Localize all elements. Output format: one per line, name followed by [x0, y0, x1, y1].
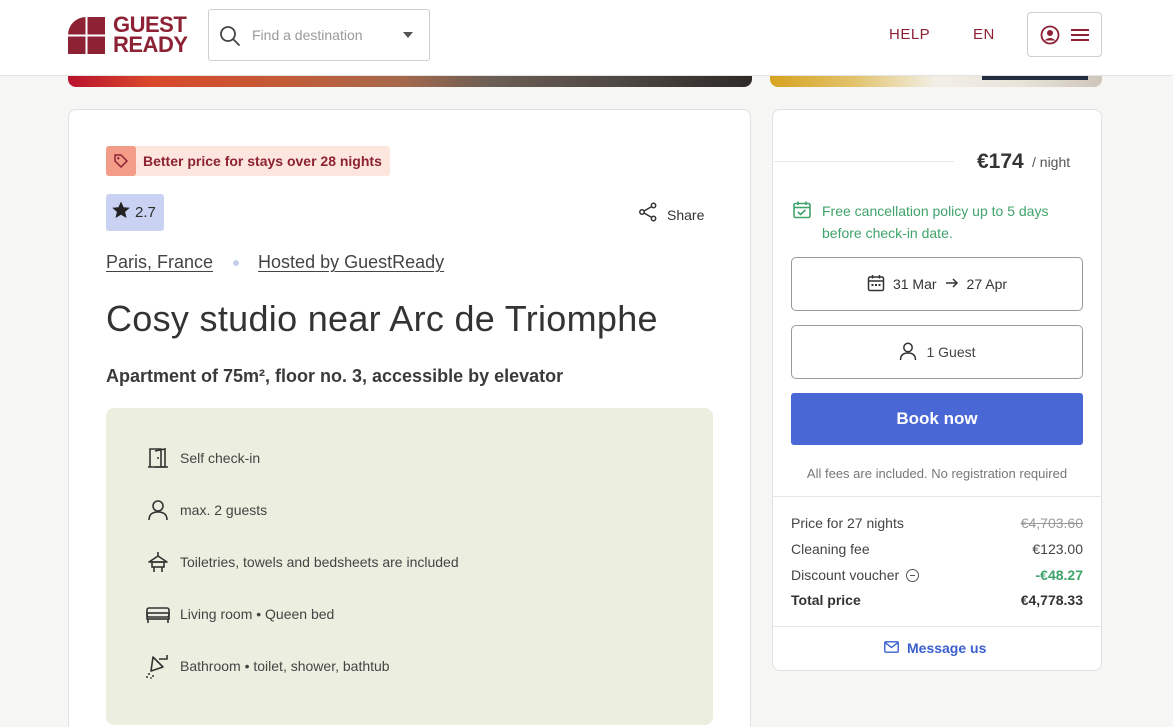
listing-subtitle: Apartment of 75m², floor no. 3, accessib…	[106, 366, 564, 386]
book-now-button[interactable]: Book now	[791, 393, 1083, 445]
person-icon	[898, 341, 918, 364]
row-value: €4,778.33	[1020, 592, 1083, 608]
door-icon	[144, 444, 172, 472]
shower-icon	[144, 652, 172, 680]
rating-value: 2.7	[135, 204, 156, 221]
share-label: Share	[667, 206, 705, 223]
language-selector[interactable]: EN	[973, 26, 995, 43]
search-icon	[219, 25, 241, 52]
feature-text: max. 2 guests	[180, 502, 268, 518]
message-us-link[interactable]: Message us	[884, 640, 986, 656]
account-menu-button[interactable]	[1027, 12, 1102, 57]
destination-search[interactable]: Find a destination	[208, 9, 430, 61]
row-label: Total price	[791, 592, 861, 608]
promo-text: Better price for stays over 28 nights	[143, 153, 382, 169]
cancellation-notice: Free cancellation policy up to 5 days be…	[792, 200, 1092, 244]
hanger-icon	[144, 548, 172, 576]
calendar-icon	[867, 274, 885, 295]
row-label: Cleaning fee	[791, 541, 870, 557]
feature-item: Living room • Queen bed	[144, 600, 334, 628]
star-icon	[111, 200, 131, 225]
location-link[interactable]: Paris, France	[106, 252, 213, 273]
check-out-date: 27 Apr	[966, 276, 1008, 292]
date-range-picker[interactable]: 31 Mar 27 Apr	[791, 257, 1083, 311]
arrow-right-icon	[945, 276, 959, 292]
feature-item: max. 2 guests	[144, 496, 267, 524]
row-label-wrap: Discount voucher	[791, 567, 920, 583]
feature-item: Toiletries, towels and bedsheets are inc…	[144, 548, 459, 576]
rating-badge[interactable]: 2.7	[106, 194, 164, 231]
calendar-check-icon	[792, 200, 812, 244]
price-breakdown-row: Cleaning fee €123.00	[791, 541, 1083, 557]
price-breakdown-row: Discount voucher -€48.27	[791, 567, 1083, 583]
top-header: GUEST READY Find a destination HELP EN	[0, 0, 1173, 76]
logo-text: GUEST READY	[113, 14, 188, 57]
divider	[773, 496, 1101, 497]
guest-selector[interactable]: 1 Guest	[791, 325, 1083, 379]
dropdown-caret-icon[interactable]	[403, 32, 413, 38]
promo-badge: Better price for stays over 28 nights	[106, 146, 390, 176]
feature-text: Self check-in	[180, 450, 261, 466]
row-value: -€48.27	[1035, 567, 1083, 583]
price-tag-icon	[106, 146, 136, 176]
user-avatar-icon	[1040, 25, 1060, 50]
feature-item: Self check-in	[144, 444, 260, 472]
price-breakdown-row: Price for 27 nights €4,703.60	[791, 515, 1083, 531]
listing-meta-links: Paris, France Hosted by GuestReady	[106, 252, 444, 273]
separator-dot	[233, 259, 240, 266]
envelope-icon	[884, 640, 899, 656]
cancellation-text: Free cancellation policy up to 5 days be…	[822, 203, 1049, 241]
features-panel: Self check-in max. 2 guests Toiletries, …	[106, 408, 713, 725]
row-label: Discount voucher	[791, 567, 900, 583]
row-value: €123.00	[1032, 541, 1083, 557]
row-label: Price for 27 nights	[791, 515, 904, 531]
share-button[interactable]: Share	[638, 202, 704, 227]
photo-overlay-bar	[982, 76, 1088, 80]
nightly-price: €174	[977, 150, 1024, 173]
feature-text: Living room • Queen bed	[180, 606, 335, 622]
feature-text: Bathroom • toilet, shower, bathtub	[180, 658, 390, 674]
share-icon	[638, 202, 658, 227]
minus-circle-icon[interactable]	[906, 569, 920, 582]
feature-item: Bathroom • toilet, shower, bathtub	[144, 652, 390, 680]
fees-note: All fees are included. No registration r…	[806, 466, 1068, 481]
total-price-row: Total price €4,778.33	[791, 592, 1083, 608]
row-value: €4,703.60	[1020, 515, 1083, 531]
divider	[773, 626, 1101, 627]
per-night-label: / night	[1032, 154, 1071, 170]
guestready-logo[interactable]: GUEST READY	[68, 14, 188, 57]
feature-text: Toiletries, towels and bedsheets are inc…	[180, 554, 459, 570]
hamburger-icon	[1071, 27, 1089, 48]
help-link[interactable]: HELP	[889, 26, 930, 43]
check-in-date: 31 Mar	[892, 276, 937, 292]
person-icon	[144, 496, 172, 524]
booking-card	[772, 109, 1102, 671]
price-divider	[774, 161, 954, 162]
logo-mark-icon	[68, 16, 105, 54]
search-placeholder: Find a destination	[252, 27, 363, 43]
logo-line-2: READY	[113, 32, 188, 57]
bed-icon	[144, 600, 172, 628]
listing-title: Cosy studio near Arc de Triomphe	[106, 298, 658, 339]
host-link[interactable]: Hosted by GuestReady	[258, 252, 444, 273]
guest-count: 1 Guest	[926, 344, 976, 360]
message-us-label: Message us	[907, 640, 987, 656]
